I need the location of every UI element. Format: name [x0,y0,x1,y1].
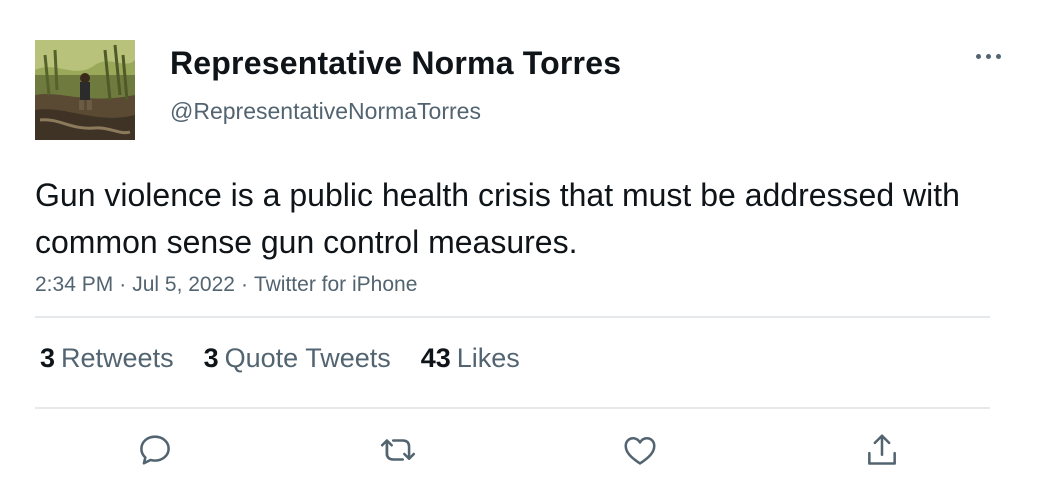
quote-tweets-label: Quote Tweets [224,343,391,373]
share-icon [868,434,896,465]
tweet-source[interactable]: Twitter for iPhone [254,273,417,296]
avatar[interactable] [35,40,135,140]
retweets-label: Retweets [61,343,174,373]
more-horizontal-icon-dot [985,53,991,59]
retweets-count: 3 [40,343,56,373]
likes-stat[interactable]: 43 Likes [421,341,520,375]
heart-icon [624,437,656,465]
tweet-text: Gun violence is a public health crisis t… [35,177,960,260]
likes-count: 43 [420,343,451,373]
more-horizontal-icon-dot [995,53,1001,59]
retweet-button[interactable] [374,426,422,474]
likes-label: Likes [456,343,520,373]
quote-tweets-stat[interactable]: 3 Quote Tweets [204,341,391,375]
more-horizontal-icon [975,53,981,59]
retweets-stat[interactable]: 3 Retweets [40,341,174,375]
author-display-name[interactable]: Representative Norma Torres [170,44,621,82]
divider [35,316,990,318]
more-options-button[interactable] [966,40,1010,72]
tweet-date[interactable]: Jul 5, 2022 [132,273,235,296]
reply-button[interactable] [131,426,179,474]
retweet-icon [380,439,416,461]
like-button[interactable] [616,426,664,474]
meta-separator: · [240,273,248,296]
tweet-metadata: 2:34 PM · Jul 5, 2022 · Twitter for iPhone [35,271,417,299]
reply-icon [140,435,170,465]
tweet-actions [0,426,1050,474]
quote-tweets-count: 3 [203,343,219,373]
tweet-stats: 3 Retweets 3 Quote Tweets 43 Likes [40,341,550,375]
share-button[interactable] [858,426,906,474]
divider [35,407,990,409]
meta-separator: · [119,273,127,296]
author-handle[interactable]: @RepresentativeNormaTorres [170,97,481,125]
avatar-image [35,40,135,140]
tweet-time[interactable]: 2:34 PM [35,273,113,296]
